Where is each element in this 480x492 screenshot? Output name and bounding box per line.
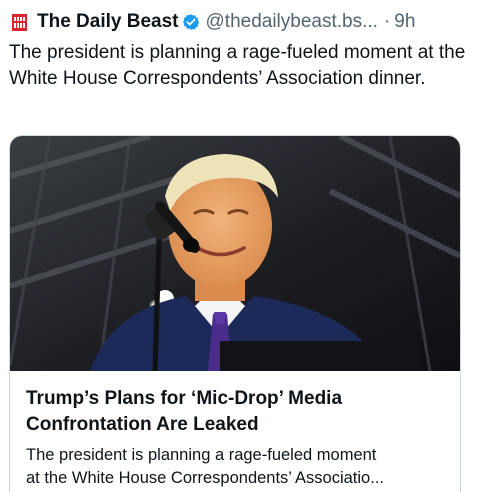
card-description-line: at the White House Correspondents’ Assoc… — [26, 469, 384, 487]
card-description-line: The president is planning a rage-fueled … — [26, 446, 377, 464]
post-timestamp[interactable]: 9h — [394, 10, 415, 34]
link-card[interactable]: Trump’s Plans for ‘Mic-Drop’ Media Confr… — [9, 135, 461, 492]
separator-dot: · — [383, 11, 391, 32]
author-name[interactable]: The Daily Beast — [37, 10, 179, 34]
daily-beast-logo-icon[interactable] — [12, 13, 27, 31]
post-header: The Daily Beast @thedailybeast.bs... · 9… — [10, 10, 415, 34]
card-title[interactable]: Trump’s Plans for ‘Mic-Drop’ Media Confr… — [26, 386, 446, 438]
post[interactable]: The Daily Beast @thedailybeast.bs... · 9… — [0, 0, 480, 492]
card-description: The president is planning a rage-fueled … — [26, 444, 454, 490]
author-handle[interactable]: @thedailybeast.bs... — [206, 10, 378, 34]
verified-badge-icon — [182, 14, 199, 30]
post-text: The president is planning a rage-fueled … — [9, 42, 466, 89]
card-image[interactable] — [10, 136, 460, 371]
